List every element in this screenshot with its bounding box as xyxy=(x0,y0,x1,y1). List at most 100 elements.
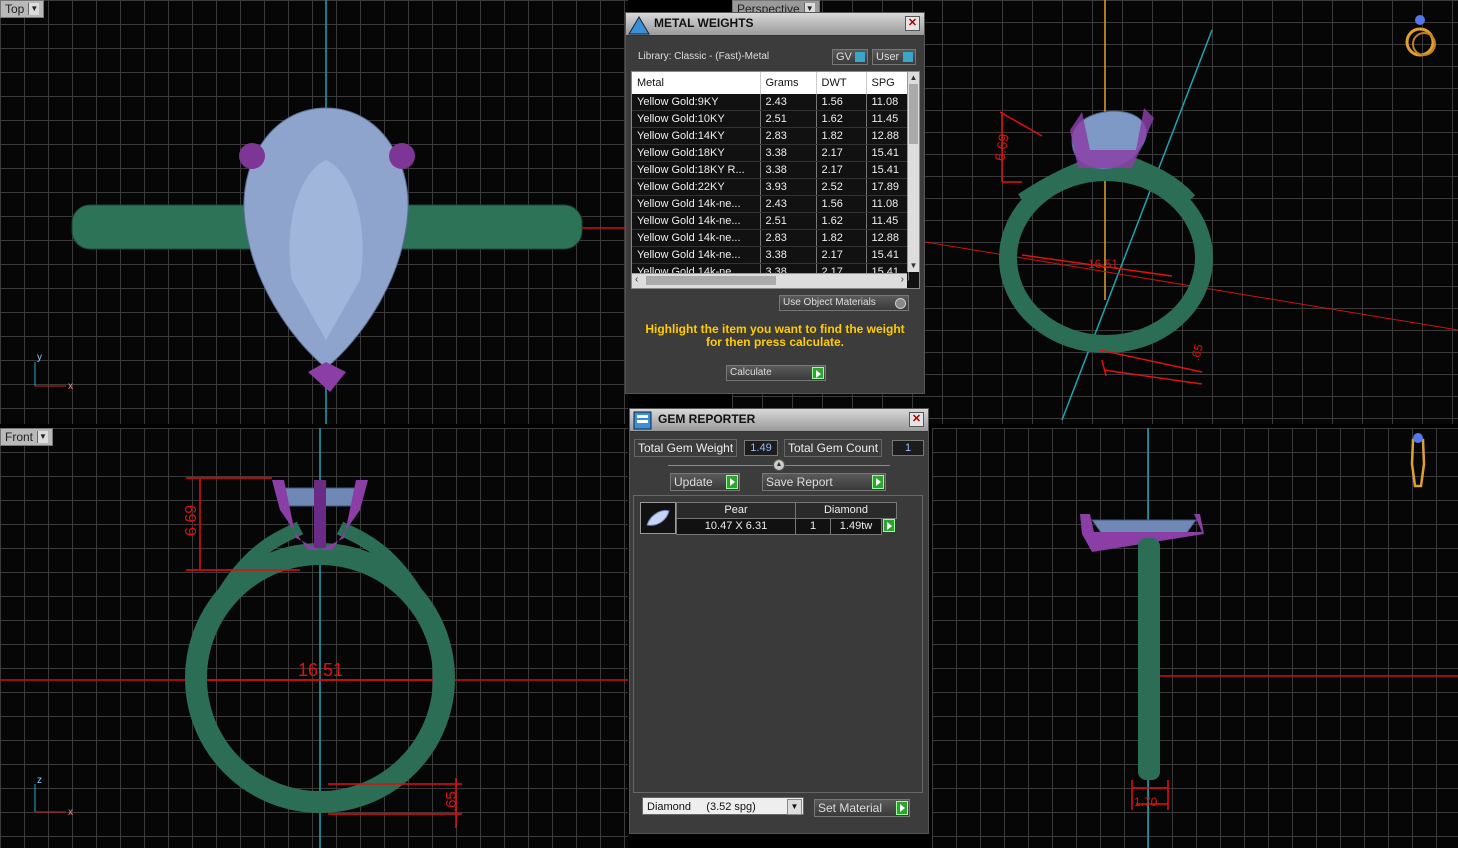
total-gem-count-label: Total Gem Count xyxy=(784,439,883,457)
play-arrow-icon xyxy=(726,475,738,489)
table-row[interactable]: Yellow Gold 14k-ne... 2.83 1.82 12.88 xyxy=(632,229,909,247)
collapse-icon[interactable]: ▲ xyxy=(773,459,785,471)
table-row[interactable]: Yellow Gold:18KY R... 3.38 2.17 15.41 xyxy=(632,161,909,179)
table-row[interactable]: Yellow Gold:14KY 2.83 1.82 12.88 xyxy=(632,127,909,145)
use-object-materials-toggle[interactable]: Use Object Materials xyxy=(779,295,909,311)
column-header-metal[interactable]: Metal xyxy=(632,72,761,94)
gem-entry[interactable]: Pear Diamond 10.47 X 6.31 1 1.49tw xyxy=(640,502,897,535)
use-object-materials-label: Use Object Materials xyxy=(783,297,876,308)
metal-dwt: 2.17 xyxy=(816,144,867,162)
gem-size: 10.47 X 6.31 xyxy=(676,518,796,535)
horizontal-scrollbar[interactable]: ‹ › xyxy=(632,273,907,288)
scroll-thumb-h[interactable] xyxy=(646,276,776,285)
hint-line-2: for then press calculate. xyxy=(705,335,845,349)
right-scene: 1.70 xyxy=(1080,428,1458,848)
close-icon[interactable]: ✕ xyxy=(905,16,920,31)
ring-side-preview-icon xyxy=(1410,433,1426,488)
gv-toggle-label: GV xyxy=(836,51,852,63)
table-row[interactable]: Yellow Gold 14k-ne... 2.43 1.56 11.08 xyxy=(632,195,909,213)
metal-spg: 12.88 xyxy=(866,127,909,145)
chevron-down-icon[interactable]: ▼ xyxy=(37,431,49,443)
scroll-left-icon[interactable]: ‹ xyxy=(635,274,638,285)
metal-dwt: 1.82 xyxy=(816,229,867,247)
right-bottom-dim: 1.70 xyxy=(1134,795,1158,809)
metal-table-container[interactable]: Metal Grams DWT SPG Yellow Gold:9KY 2.43 1… xyxy=(631,71,920,289)
viewport-front[interactable]: 6.69 16.51 .65 z x Front ▼ xyxy=(0,428,628,848)
pear-gem-thumbnail-icon xyxy=(640,502,676,534)
metal-spg: 15.41 xyxy=(866,144,909,162)
metal-dwt: 1.56 xyxy=(816,195,867,213)
table-row[interactable]: Yellow Gold:22KY 3.93 2.52 17.89 xyxy=(632,178,909,196)
column-header-grams[interactable]: Grams xyxy=(760,72,817,94)
viewport-label-top[interactable]: Top ▼ xyxy=(0,0,45,18)
update-button[interactable]: Update xyxy=(670,473,740,491)
close-icon[interactable]: ✕ xyxy=(909,412,924,427)
scroll-up-icon[interactable]: ▲ xyxy=(908,72,919,84)
material-select[interactable]: Diamond (3.52 spg) ▼ xyxy=(642,797,804,815)
metal-grams: 2.51 xyxy=(760,212,817,230)
metal-name: Yellow Gold:22KY xyxy=(632,178,761,196)
table-row[interactable]: Yellow Gold:10KY 2.51 1.62 11.45 xyxy=(632,110,909,128)
front-bottom-dim: .65 xyxy=(443,791,460,812)
library-label: Library: Classic - (Fast)-Metal xyxy=(638,51,770,62)
metal-weights-app-icon xyxy=(628,16,650,35)
play-arrow-icon xyxy=(883,519,895,532)
axis-z-label-front: z xyxy=(37,775,42,786)
save-report-label: Save Report xyxy=(766,475,833,489)
total-gem-weight-label: Total Gem Weight xyxy=(634,439,738,457)
metal-weights-hint: Highlight the item you want to find the … xyxy=(636,323,914,349)
metal-name: Yellow Gold 14k-ne... xyxy=(632,195,761,213)
total-gem-weight-field: 1.49 xyxy=(744,440,778,456)
metal-grams: 2.83 xyxy=(760,229,817,247)
axis-x-label-top: x xyxy=(68,381,73,392)
scroll-right-icon[interactable]: › xyxy=(901,274,904,285)
metal-spg: 17.89 xyxy=(866,178,909,196)
play-arrow-icon xyxy=(872,475,884,489)
viewport-name-front: Front xyxy=(5,430,34,444)
chevron-down-icon[interactable]: ▼ xyxy=(28,3,40,15)
viewport-name-top: Top xyxy=(5,2,25,16)
table-row[interactable]: Yellow Gold 14k-ne... 3.38 2.17 15.41 xyxy=(632,246,909,264)
gem-reporter-titlebar[interactable]: GEM REPORTER ✕ xyxy=(630,409,928,432)
vertical-scrollbar[interactable]: ▲ ▼ xyxy=(907,72,919,272)
table-row[interactable]: Yellow Gold:18KY 3.38 2.17 15.41 xyxy=(632,144,909,162)
calculate-button[interactable]: Calculate xyxy=(726,365,826,381)
persp-width-dim: 16.51 xyxy=(1088,257,1118,271)
gem-select-button[interactable] xyxy=(881,518,896,533)
front-height-dim: 6.69 xyxy=(183,505,200,536)
user-toggle[interactable]: User xyxy=(872,49,916,65)
metal-table: Metal Grams DWT SPG Yellow Gold:9KY 2.43 1… xyxy=(632,72,909,281)
prong-right-top xyxy=(389,143,415,169)
column-header-spg[interactable]: SPG xyxy=(866,72,909,94)
prong-tip-top xyxy=(308,362,346,392)
toggle-indicator-icon xyxy=(903,52,913,62)
metal-grams: 3.38 xyxy=(760,144,817,162)
metal-weights-titlebar[interactable]: METAL WEIGHTS ✕ xyxy=(626,13,924,36)
persp-bottom-dim: .65 xyxy=(1188,342,1206,362)
scroll-thumb[interactable] xyxy=(909,84,918,144)
metal-dwt: 1.56 xyxy=(816,94,867,111)
radio-icon xyxy=(895,298,906,309)
top-scene: y x xyxy=(34,0,628,424)
chevron-down-icon[interactable]: ▼ xyxy=(787,799,802,815)
set-material-button[interactable]: Set Material xyxy=(814,799,910,817)
axis-y-label-top: y xyxy=(37,352,42,363)
metal-name: Yellow Gold:18KY xyxy=(632,144,761,162)
gv-toggle[interactable]: GV xyxy=(832,49,868,65)
metal-dwt: 2.52 xyxy=(816,178,867,196)
user-toggle-label: User xyxy=(876,51,900,63)
metal-grams: 3.93 xyxy=(760,178,817,196)
gem-count: 1 xyxy=(795,518,831,535)
column-header-dwt[interactable]: DWT xyxy=(816,72,867,94)
save-report-button[interactable]: Save Report xyxy=(762,473,886,491)
viewport-top[interactable]: y x Top ▼ xyxy=(0,0,628,424)
metal-spg: 11.45 xyxy=(866,212,909,230)
table-row[interactable]: Yellow Gold 14k-ne... 2.51 1.62 11.45 xyxy=(632,212,909,230)
viewport-right[interactable]: 1.70 xyxy=(932,428,1458,848)
play-arrow-icon xyxy=(896,801,908,815)
scroll-down-icon[interactable]: ▼ xyxy=(908,260,919,272)
metal-dwt: 1.62 xyxy=(816,110,867,128)
metal-spg: 15.41 xyxy=(866,246,909,264)
table-row[interactable]: Yellow Gold:9KY 2.43 1.56 11.08 xyxy=(632,94,909,111)
viewport-label-front[interactable]: Front ▼ xyxy=(0,428,54,446)
